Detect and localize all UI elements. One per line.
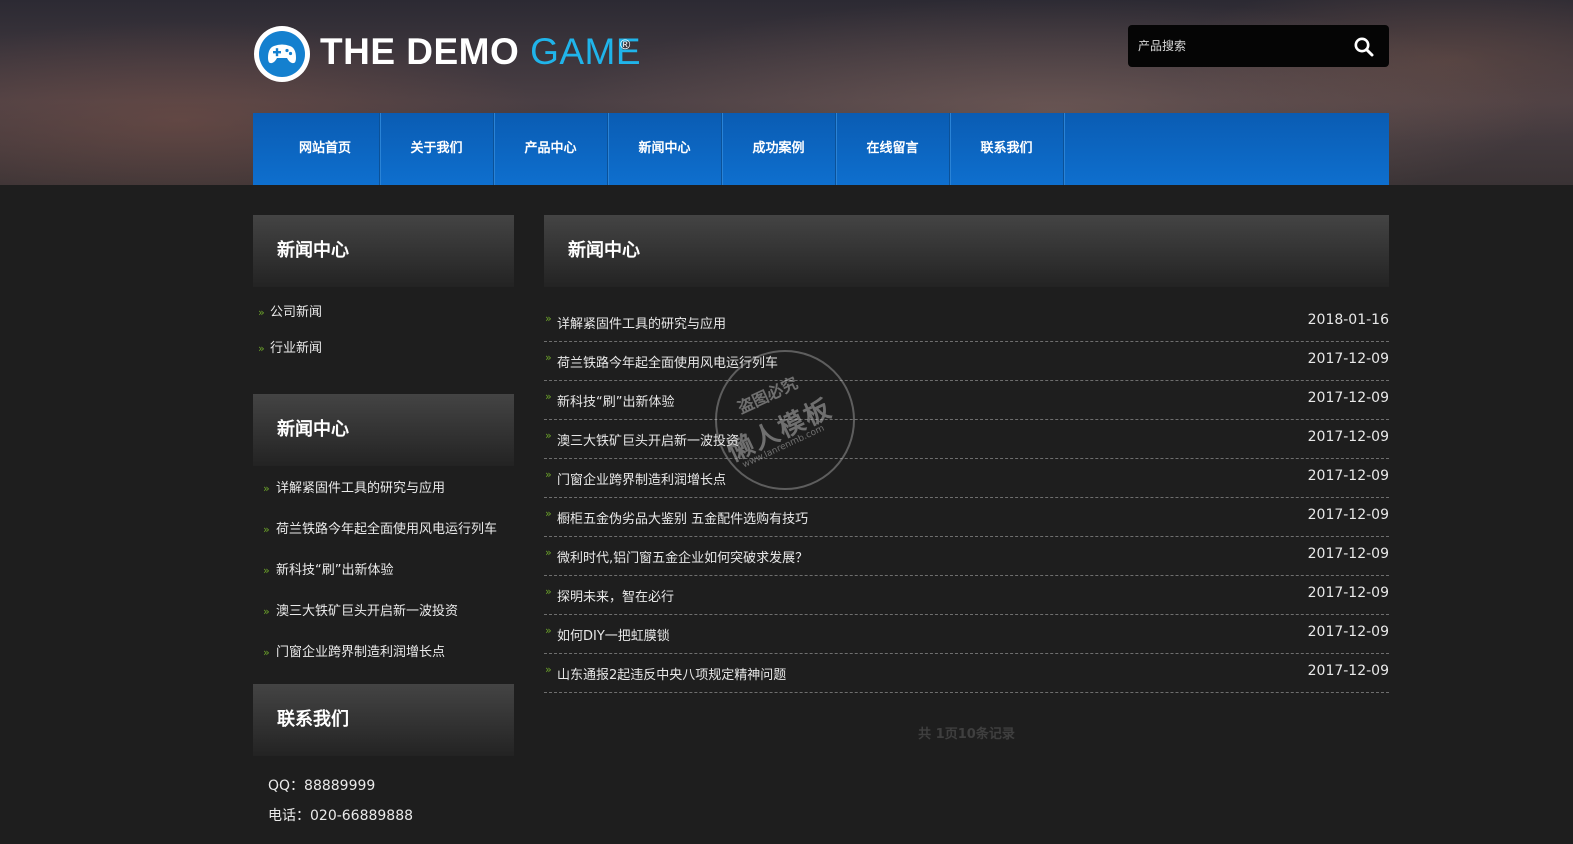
news-title[interactable]: 探明未来，智在必行 bbox=[557, 586, 674, 605]
gamepad-icon bbox=[254, 26, 310, 82]
news-title[interactable]: 澳三大铁矿巨头开启新一波投资 bbox=[557, 430, 739, 449]
sidebar-news-title: 新闻中心 bbox=[253, 394, 514, 466]
site-logo[interactable]: THE DEMO GAME bbox=[254, 25, 641, 83]
news-date: 2017-12-09 bbox=[1307, 429, 1389, 445]
news-title[interactable]: 新科技“刷”出新体验 bbox=[557, 391, 674, 410]
list-item[interactable]: 澳三大铁矿巨头开启新一波投资 bbox=[253, 602, 514, 622]
news-date: 2017-12-09 bbox=[1307, 585, 1389, 601]
nav-item-message[interactable]: 在线留言 bbox=[836, 113, 950, 185]
contact-qq: QQ：88889999 bbox=[268, 778, 376, 794]
news-title[interactable]: 山东通报2起违反中央八项规定精神问题 bbox=[557, 664, 786, 683]
pagination-info: 共 1页10条记录 bbox=[918, 727, 1015, 742]
search-box bbox=[1128, 25, 1389, 67]
news-date: 2017-12-09 bbox=[1307, 390, 1389, 406]
sidebar: 新闻中心 公司新闻 行业新闻 新闻中心 详解紧固件工具的研究与应用 荷兰铁路今年… bbox=[253, 215, 514, 835]
chevron-right-icon: » bbox=[545, 546, 552, 559]
site-title: THE DEMO GAME bbox=[320, 31, 642, 72]
news-row[interactable]: » 门窗企业跨界制造利润增长点 2017-12-09 bbox=[544, 459, 1389, 498]
category-list: 公司新闻 行业新闻 bbox=[253, 287, 514, 394]
header-banner: THE DEMO GAME ® 网站首页 关于我们 产品中心 新闻中心 成功案例… bbox=[0, 0, 1573, 185]
chevron-right-icon: » bbox=[545, 390, 552, 403]
sidebar-contact-box: 联系我们 QQ：88889999 电话：020-66889888 bbox=[253, 684, 514, 835]
news-row[interactable]: » 如何DIY一把虹膜锁 2017-12-09 bbox=[544, 615, 1389, 654]
page-title: 新闻中心 bbox=[544, 215, 1389, 287]
chevron-right-icon: » bbox=[545, 507, 552, 520]
news-row[interactable]: » 荷兰铁路今年起全面使用风电运行列车 2017-12-09 bbox=[544, 342, 1389, 381]
list-item[interactable]: 详解紧固件工具的研究与应用 bbox=[253, 479, 514, 499]
news-date: 2017-12-09 bbox=[1307, 351, 1389, 367]
nav-item-news[interactable]: 新闻中心 bbox=[608, 113, 722, 185]
news-list: » 详解紧固件工具的研究与应用 2018-01-16 » 荷兰铁路今年起全面使用风电运… bbox=[544, 287, 1389, 693]
list-item[interactable]: 门窗企业跨界制造利润增长点 bbox=[253, 643, 514, 663]
news-row[interactable]: » 详解紧固件工具的研究与应用 2018-01-16 bbox=[544, 303, 1389, 342]
nav-item-about[interactable]: 关于我们 bbox=[380, 113, 494, 185]
chevron-right-icon: » bbox=[545, 312, 552, 325]
main-nav: 网站首页 关于我们 产品中心 新闻中心 成功案例 在线留言 联系我们 bbox=[253, 113, 1389, 185]
news-date: 2017-12-09 bbox=[1307, 663, 1389, 679]
sidebar-news-box: 新闻中心 详解紧固件工具的研究与应用 荷兰铁路今年起全面使用风电运行列车 新科技… bbox=[253, 394, 514, 663]
news-row[interactable]: » 探明未来，智在必行 2017-12-09 bbox=[544, 576, 1389, 615]
nav-item-products[interactable]: 产品中心 bbox=[494, 113, 608, 185]
list-item[interactable]: 荷兰铁路今年起全面使用风电运行列车 bbox=[253, 520, 514, 540]
contact-phone: 电话：020-66889888 bbox=[268, 808, 414, 824]
sidebar-contact-title: 联系我们 bbox=[253, 684, 514, 756]
chevron-right-icon: » bbox=[545, 468, 552, 481]
news-title[interactable]: 微利时代,铝门窗五金企业如何突破求发展？ bbox=[557, 547, 808, 566]
chevron-right-icon: » bbox=[545, 585, 552, 598]
search-icon[interactable] bbox=[1353, 36, 1375, 58]
news-date: 2018-01-16 bbox=[1307, 312, 1389, 328]
news-row[interactable]: » 橱柜五金伪劣品大鉴别 五金配件选购有技巧 2017-12-09 bbox=[544, 498, 1389, 537]
chevron-right-icon: » bbox=[545, 624, 552, 637]
nav-item-home[interactable]: 网站首页 bbox=[253, 113, 380, 185]
news-row[interactable]: » 微利时代,铝门窗五金企业如何突破求发展？ 2017-12-09 bbox=[544, 537, 1389, 576]
news-title[interactable]: 门窗企业跨界制造利润增长点 bbox=[557, 469, 726, 488]
news-date: 2017-12-09 bbox=[1307, 507, 1389, 523]
sidebar-news-list: 详解紧固件工具的研究与应用 荷兰铁路今年起全面使用风电运行列车 新科技“刷”出新… bbox=[253, 466, 514, 663]
chevron-right-icon: » bbox=[545, 351, 552, 364]
registered-mark: ® bbox=[620, 36, 631, 52]
news-date: 2017-12-09 bbox=[1307, 624, 1389, 640]
news-title[interactable]: 如何DIY一把虹膜锁 bbox=[557, 625, 670, 644]
news-title[interactable]: 荷兰铁路今年起全面使用风电运行列车 bbox=[557, 352, 778, 371]
search-input[interactable] bbox=[1128, 25, 1348, 67]
main-content: 新闻中心 » 详解紧固件工具的研究与应用 2018-01-16 » 荷兰铁路今年起全面… bbox=[544, 215, 1389, 742]
nav-item-cases[interactable]: 成功案例 bbox=[722, 113, 836, 185]
sidebar-item-company-news[interactable]: 公司新闻 bbox=[253, 295, 514, 331]
news-date: 2017-12-09 bbox=[1307, 546, 1389, 562]
list-item[interactable]: 新科技“刷”出新体验 bbox=[253, 561, 514, 581]
news-title[interactable]: 橱柜五金伪劣品大鉴别 五金配件选购有技巧 bbox=[557, 508, 808, 527]
nav-item-contact[interactable]: 联系我们 bbox=[950, 113, 1064, 185]
chevron-right-icon: » bbox=[545, 429, 552, 442]
news-row[interactable]: » 新科技“刷”出新体验 2017-12-09 bbox=[544, 381, 1389, 420]
sidebar-item-industry-news[interactable]: 行业新闻 bbox=[253, 331, 514, 367]
chevron-right-icon: » bbox=[545, 663, 552, 676]
news-date: 2017-12-09 bbox=[1307, 468, 1389, 484]
news-row[interactable]: » 澳三大铁矿巨头开启新一波投资 2017-12-09 bbox=[544, 420, 1389, 459]
news-title[interactable]: 详解紧固件工具的研究与应用 bbox=[557, 313, 726, 332]
sidebar-categories-title: 新闻中心 bbox=[253, 215, 514, 287]
news-row[interactable]: » 山东通报2起违反中央八项规定精神问题 2017-12-09 bbox=[544, 654, 1389, 693]
